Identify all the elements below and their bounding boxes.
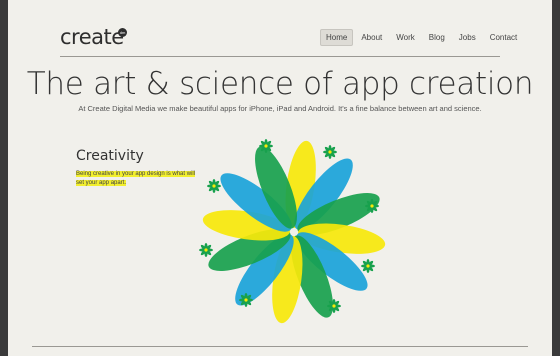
nav-jobs[interactable]: Jobs xyxy=(453,29,482,46)
nav-contact[interactable]: Contact xyxy=(484,29,524,46)
footer-divider xyxy=(32,346,528,347)
logo-badge: dm xyxy=(118,28,127,37)
spark-flower xyxy=(239,293,253,307)
feature-blurb: Being creative in your app design is wha… xyxy=(76,170,196,188)
spark-flower xyxy=(365,199,379,213)
logo[interactable]: create xyxy=(60,25,124,49)
flower-illustration xyxy=(199,139,386,324)
header-divider xyxy=(60,56,500,57)
spark-flower xyxy=(199,243,213,257)
nav-about[interactable]: About xyxy=(355,29,388,46)
nav-blog[interactable]: Blog xyxy=(423,29,451,46)
spark-flower xyxy=(207,179,221,193)
page-subheadline: At Create Digital Media we make beautifu… xyxy=(78,104,482,113)
page-headline: The art & science of app creation xyxy=(26,66,534,102)
main-nav: Home About Work Blog Jobs Contact xyxy=(320,29,523,46)
spark-flower xyxy=(259,139,273,153)
page: create dm Home About Work Blog Jobs Cont… xyxy=(8,0,552,356)
spark-flower xyxy=(327,299,341,313)
section-title: Creativity xyxy=(76,148,144,164)
feature-blurb-text: Being creative in your app design is wha… xyxy=(76,171,196,186)
spark-flower xyxy=(361,259,375,273)
spark-flower xyxy=(323,145,337,159)
nav-work[interactable]: Work xyxy=(390,29,421,46)
nav-home[interactable]: Home xyxy=(320,29,354,46)
